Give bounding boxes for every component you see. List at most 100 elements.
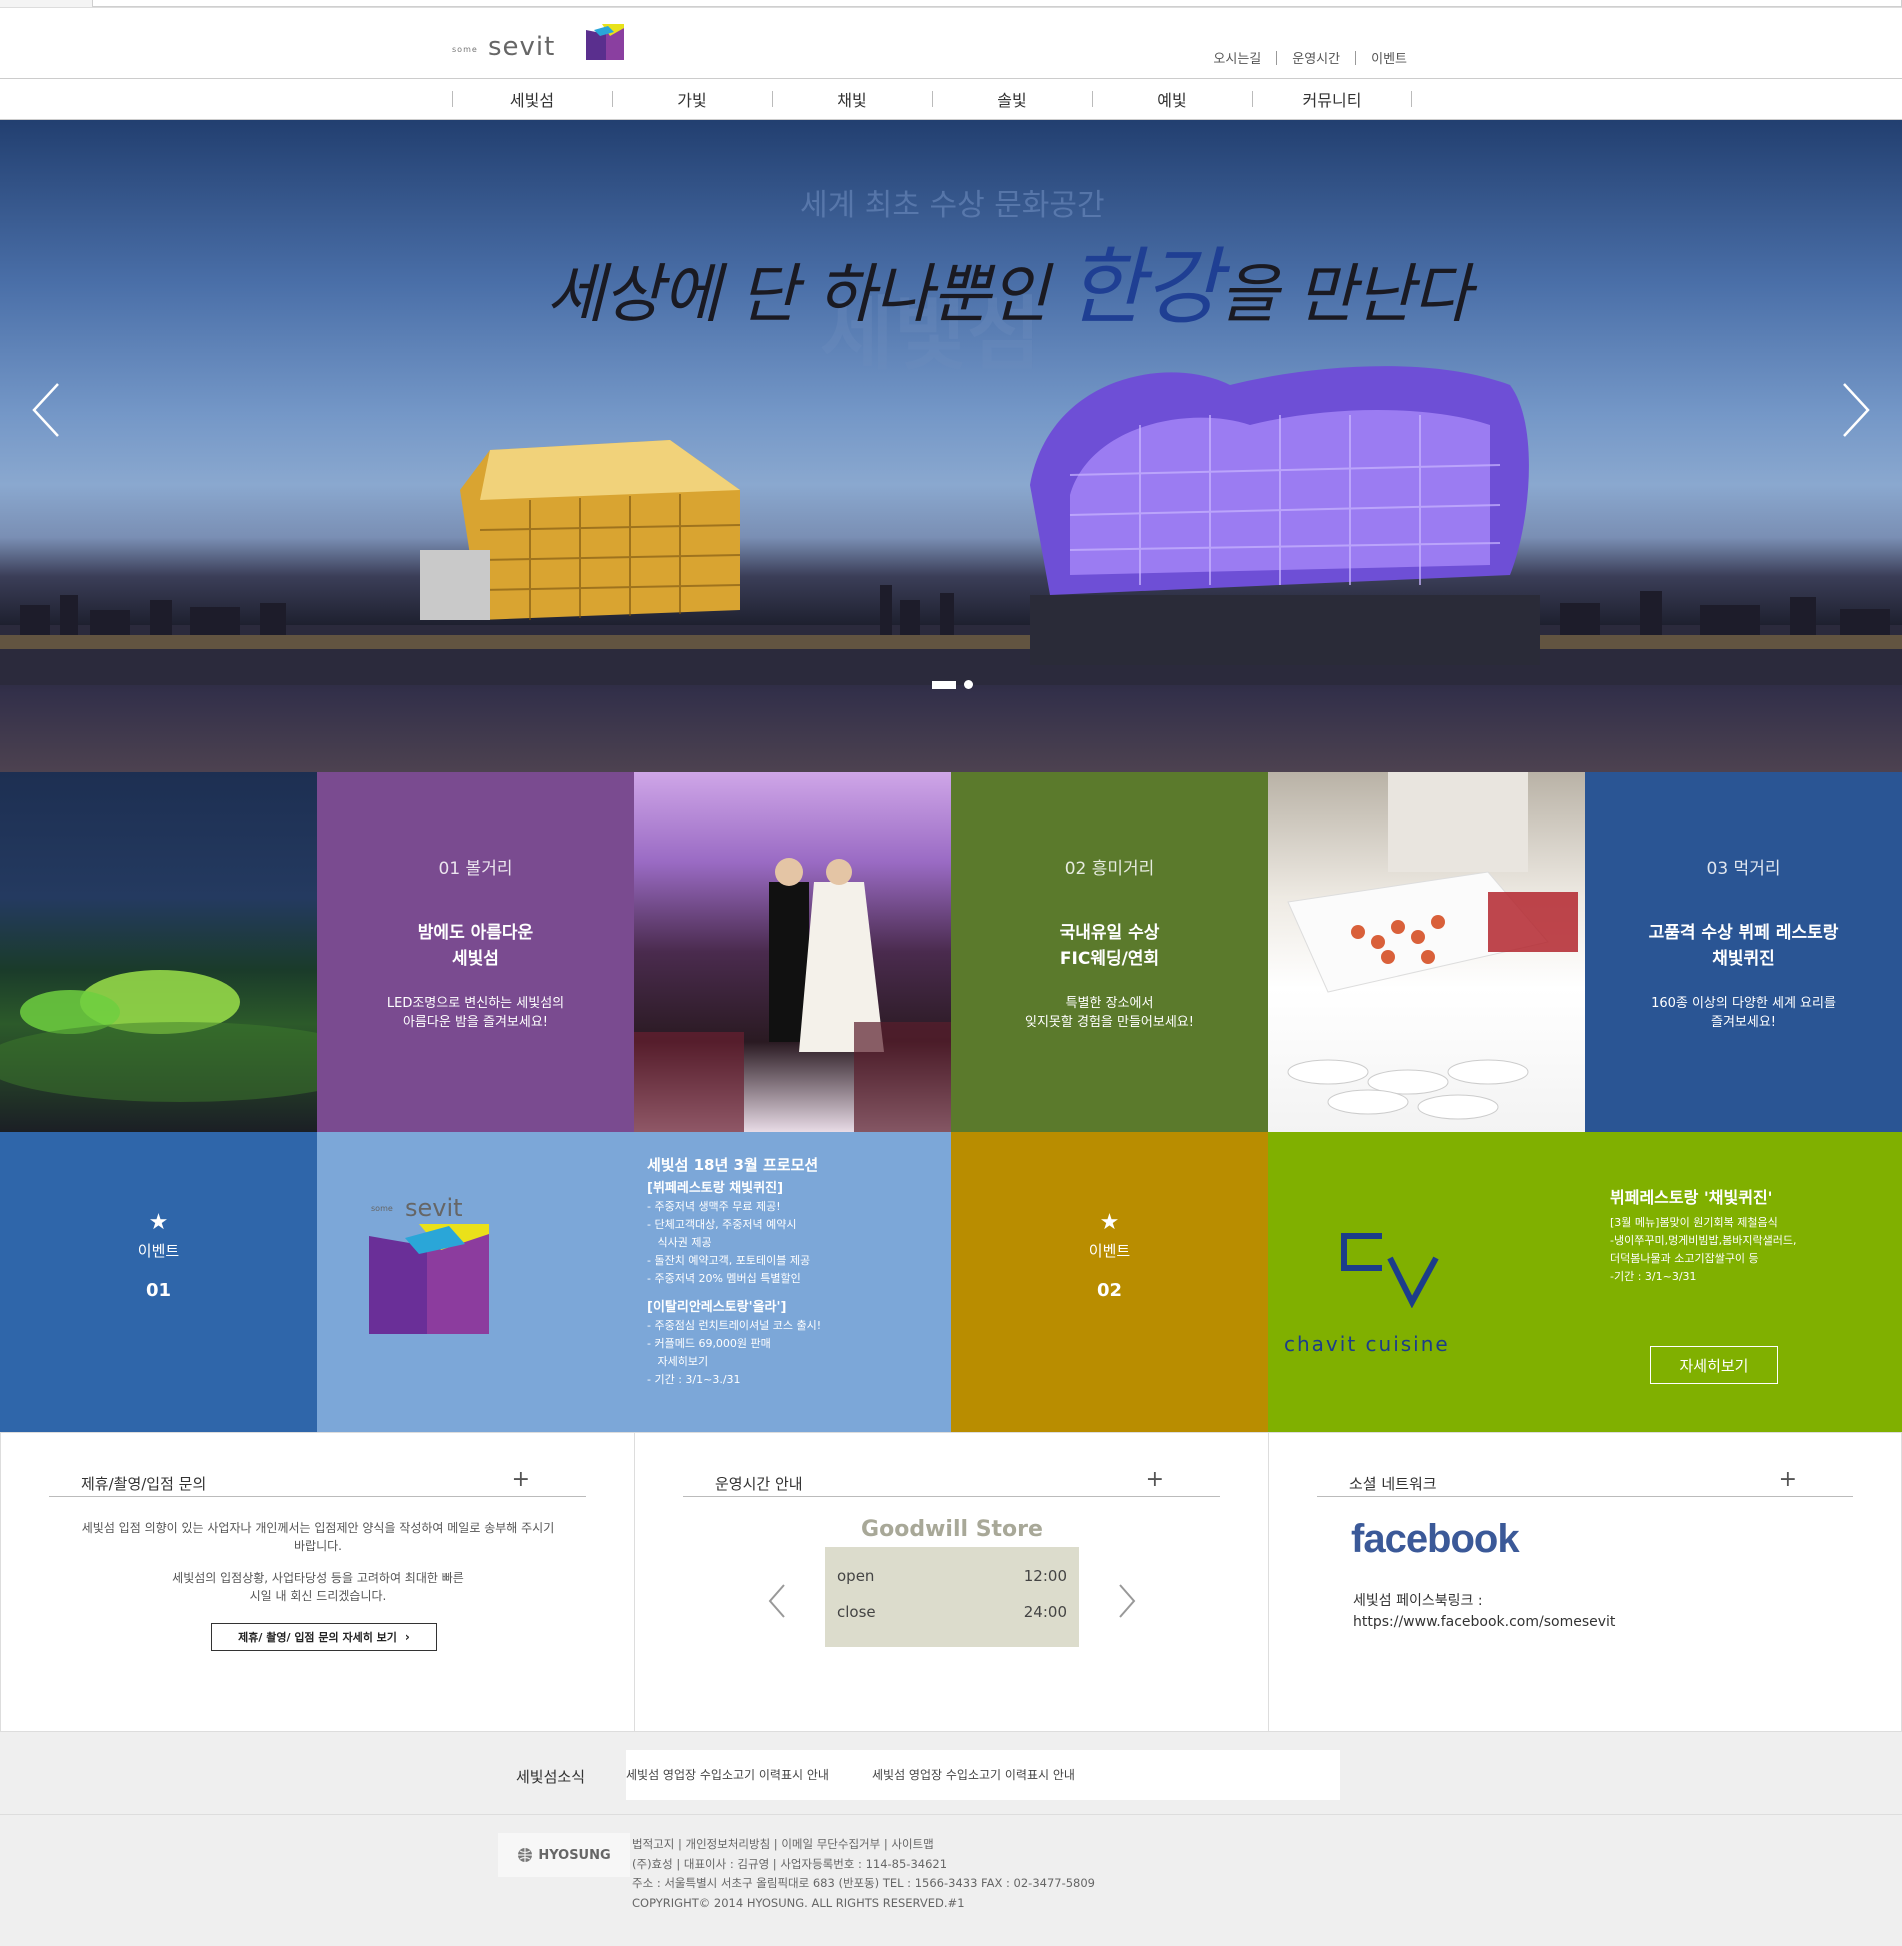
promo-subtitle: [이탈리안레스토랑'올라']	[647, 1300, 787, 1315]
chavit-promo-line: -기간 : 3/1~3/31	[1610, 1270, 1697, 1283]
promo-logo-some: some	[371, 1204, 393, 1213]
next-slide-arrow-icon[interactable]	[1834, 380, 1874, 440]
slide-indicators	[932, 680, 973, 689]
event-tile-01[interactable]: ★ 이벤트 01	[0, 1132, 317, 1432]
chavit-promo-text: 뷔페레스토랑 '채빛퀴진' [3월 메뉴]봄맞이 원기회복 제철음식 -냉이쭈꾸…	[1610, 1184, 1797, 1286]
feature-desc-line: 아름다운 밤을 즐겨보세요!	[402, 1015, 549, 1030]
news-item[interactable]: 세빛섬 영업장 수입소고기 이력표시 안내	[626, 1766, 829, 1783]
somesevit-logo[interactable]: some sevit	[450, 22, 630, 66]
inquiry-header: 제휴/촬영/입점 문의 +	[49, 1467, 586, 1497]
event-tile-02[interactable]: ★ 이벤트 02	[951, 1132, 1268, 1432]
feature-desc: LED조명으로 변신하는 세빛섬의아름다운 밤을 즐겨보세요!	[317, 994, 634, 1032]
store-name: Goodwill Store	[861, 1517, 1043, 1542]
facebook-link-url[interactable]: https://www.facebook.com/somesevit	[1353, 1612, 1615, 1633]
inquiry-detail-button[interactable]: 제휴/ 촬영/ 입점 문의 자세히 보기 ›	[211, 1623, 437, 1651]
event-label: 이벤트	[1088, 1242, 1131, 1260]
slide-indicator-active[interactable]	[932, 680, 956, 689]
footer-company: (주)효성 | 대표이사 : 김규영 | 사업자등록번호 : 114-85-34…	[632, 1856, 948, 1871]
promo-line: - 돌잔치 예약고객, 포토테이블 제공	[647, 1254, 811, 1267]
feature-tile-entertainment[interactable]: 02 흥미거리 국내유일 수상 FIC웨딩/연회 특별한 장소에서 잊지못할 경험을…	[951, 772, 1268, 1132]
hours-title: 운영시간 안내	[715, 1475, 803, 1493]
hours-prev-arrow-icon[interactable]	[767, 1583, 787, 1619]
info-section: 제휴/촬영/입점 문의 + 세빛섬 입점 의향이 있는 사업자나 개인께서는 입…	[0, 1432, 1902, 1733]
chevron-right-icon: ›	[404, 1630, 410, 1644]
facebook-link-label: 세빛섬 페이스북링크 :	[1353, 1593, 1483, 1609]
hours-close-time: 24:00	[1023, 1603, 1067, 1621]
feature-title-line: 세빛섬	[452, 949, 499, 969]
footer-links[interactable]: 법적고지 | 개인정보처리방침 | 이메일 무단수집거부 | 사이트맵	[632, 1835, 1095, 1855]
feature-title: 고품격 수상 뷔페 레스토랑 채빛퀴진	[1585, 920, 1902, 972]
promo-line: - 기간 : 3/1~3./31	[647, 1373, 741, 1386]
social-header: 소셜 네트워크 +	[1317, 1467, 1853, 1497]
chavit-cuisine-logo-text: chavit cuisine	[1284, 1332, 1450, 1356]
social-title: 소셜 네트워크	[1349, 1475, 1437, 1493]
nav-item-gavit[interactable]: 가빛	[612, 79, 772, 119]
hero-slider: 세계 최초 수상 문화공간 세빛섬 세상에 단 하나뿐인 한강을 만난다	[0, 120, 1902, 772]
feature-title-line: 밤에도 아름다운	[417, 923, 534, 943]
hyosung-globe-icon	[518, 1848, 533, 1862]
hours-next-arrow-icon[interactable]	[1117, 1583, 1137, 1619]
facebook-logo[interactable]: facebook	[1351, 1517, 1520, 1562]
night-island-photo	[0, 772, 317, 1132]
hyosung-logo: HYOSUNG	[498, 1833, 630, 1877]
inquiry-text-line: 시일 내 회신 드리겠습니다.	[249, 1589, 387, 1603]
promo-tile-march[interactable]: some sevit 세빛섬 18년 3월 프로모션 [뷔페레스토랑 채빛퀴진]…	[317, 1132, 951, 1432]
feature-title: 국내유일 수상 FIC웨딩/연회	[951, 920, 1268, 972]
purple-island-building-image	[1030, 366, 1540, 665]
prev-slide-arrow-icon[interactable]	[28, 380, 68, 440]
chavit-promo-line: 더덕봄나물과 소고기잡쌀구이 등	[1610, 1252, 1759, 1265]
nav-item-yevit[interactable]: 예빛	[1092, 79, 1252, 119]
hero-headline-b: 을 만난다	[1219, 258, 1472, 332]
feature-tile-food[interactable]: 03 먹거리 고품격 수상 뷔페 레스토랑 채빛퀴진 160종 이상의 다양한 세…	[1585, 772, 1902, 1132]
feature-desc-line: 잊지못할 경험을 만들어보세요!	[1025, 1015, 1194, 1030]
news-ticker: 세빛섬 영업장 수입소고기 이력표시 안내 세빛섬 영업장 수입소고기 이력표시…	[626, 1750, 1340, 1800]
address-field-edge	[92, 0, 1902, 7]
feature-title-line: FIC웨딩/연회	[1059, 949, 1160, 969]
util-link-hours[interactable]: 운영시간	[1277, 48, 1355, 67]
util-link-directions[interactable]: 오시는길	[1198, 48, 1276, 67]
logo-some-text: some	[452, 45, 478, 54]
news-label: 세빛섬소식	[516, 1768, 586, 1786]
feature-desc-line: LED조명으로 변신하는 세빛섬의	[386, 996, 565, 1011]
promo-logo-sevit: sevit	[405, 1194, 463, 1222]
site-header: some sevit 오시는길 운영시간 이벤트	[0, 8, 1902, 78]
plus-icon[interactable]: +	[1146, 1467, 1164, 1492]
feature-tile-sights[interactable]: 01 볼거리 밤에도 아름다운 세빛섬 LED조명으로 변신하는 세빛섬의 아름다운…	[317, 772, 634, 1132]
somesevit-promo-logo: some sevit	[369, 1194, 519, 1344]
slide-indicator[interactable]	[964, 680, 973, 689]
hero-headline-highlight: 한강	[1067, 238, 1221, 336]
promo-line: - 주중저녁 20% 멤버십 특별할인	[647, 1272, 801, 1285]
nav-item-chavit[interactable]: 채빛	[772, 79, 932, 119]
wedding-couple-image	[634, 858, 951, 1132]
promo-line: 식사권 제공	[647, 1236, 712, 1249]
chavit-promo-line: [3월 메뉴]봄맞이 원기회복 제철음식	[1610, 1216, 1778, 1229]
promo-subtitle: [뷔페레스토랑 채빛퀴진]	[647, 1181, 784, 1196]
chavit-cuisine-logo-icon	[1341, 1233, 1439, 1308]
promo-tile-chavit[interactable]: chavit cuisine 뷔페레스토랑 '채빛퀴진' [3월 메뉴]봄맞이 …	[1268, 1132, 1902, 1432]
nav-item-community[interactable]: 커뮤니티	[1252, 79, 1412, 119]
footer-info: 법적고지 | 개인정보처리방침 | 이메일 무단수집거부 | 사이트맵 (주)효…	[632, 1835, 1095, 1913]
buffet-photo	[1268, 772, 1585, 1132]
star-icon: ★	[148, 1210, 169, 1235]
chavit-more-button[interactable]: 자세히보기	[1650, 1346, 1778, 1384]
promo-logo-mark-icon	[369, 1224, 489, 1334]
promo-line: - 커플메드 69,000원 판매	[647, 1337, 771, 1350]
nav-item-sevitseom[interactable]: 세빛섬	[452, 79, 612, 119]
inquiry-text: 세빛섬 입점 의향이 있는 사업자나 개인께서는 입점제안 양식을 작성하여 메…	[41, 1519, 595, 1605]
hero-headline-a: 세상에 단 하나뿐인	[546, 258, 1068, 332]
feature-title-line: 고품격 수상 뷔페 레스토랑	[1648, 923, 1839, 943]
event-label: 이벤트	[137, 1242, 180, 1260]
plus-icon[interactable]: +	[512, 1467, 530, 1492]
promo-line: - 주중점심 런치트레이셔널 코스 출시!	[647, 1319, 822, 1332]
nav-item-solvit[interactable]: 솔빛	[932, 79, 1092, 119]
chavit-promo-line: -냉이쭈꾸미,멍게비빔밥,봄바지락샐러드,	[1610, 1234, 1797, 1247]
hours-box: 운영시간 안내 + Goodwill Store open 12:00 clos…	[634, 1433, 1268, 1733]
news-bar: 세빛섬소식 세빛섬 영업장 수입소고기 이력표시 안내 세빛섬 영업장 수입소고…	[0, 1732, 1902, 1814]
inquiry-detail-label: 제휴/ 촬영/ 입점 문의 자세히 보기	[238, 1631, 397, 1644]
hours-open-label: open	[837, 1567, 875, 1585]
util-link-event[interactable]: 이벤트	[1356, 48, 1422, 67]
hero-headline: 세상에 단 하나뿐인 한강을 만난다	[546, 220, 1472, 341]
plus-icon[interactable]: +	[1779, 1467, 1797, 1492]
facebook-link-block: 세빛섬 페이스북링크 : https://www.facebook.com/so…	[1353, 1591, 1615, 1633]
news-item[interactable]: 세빛섬 영업장 수입소고기 이력표시 안내	[872, 1766, 1075, 1783]
